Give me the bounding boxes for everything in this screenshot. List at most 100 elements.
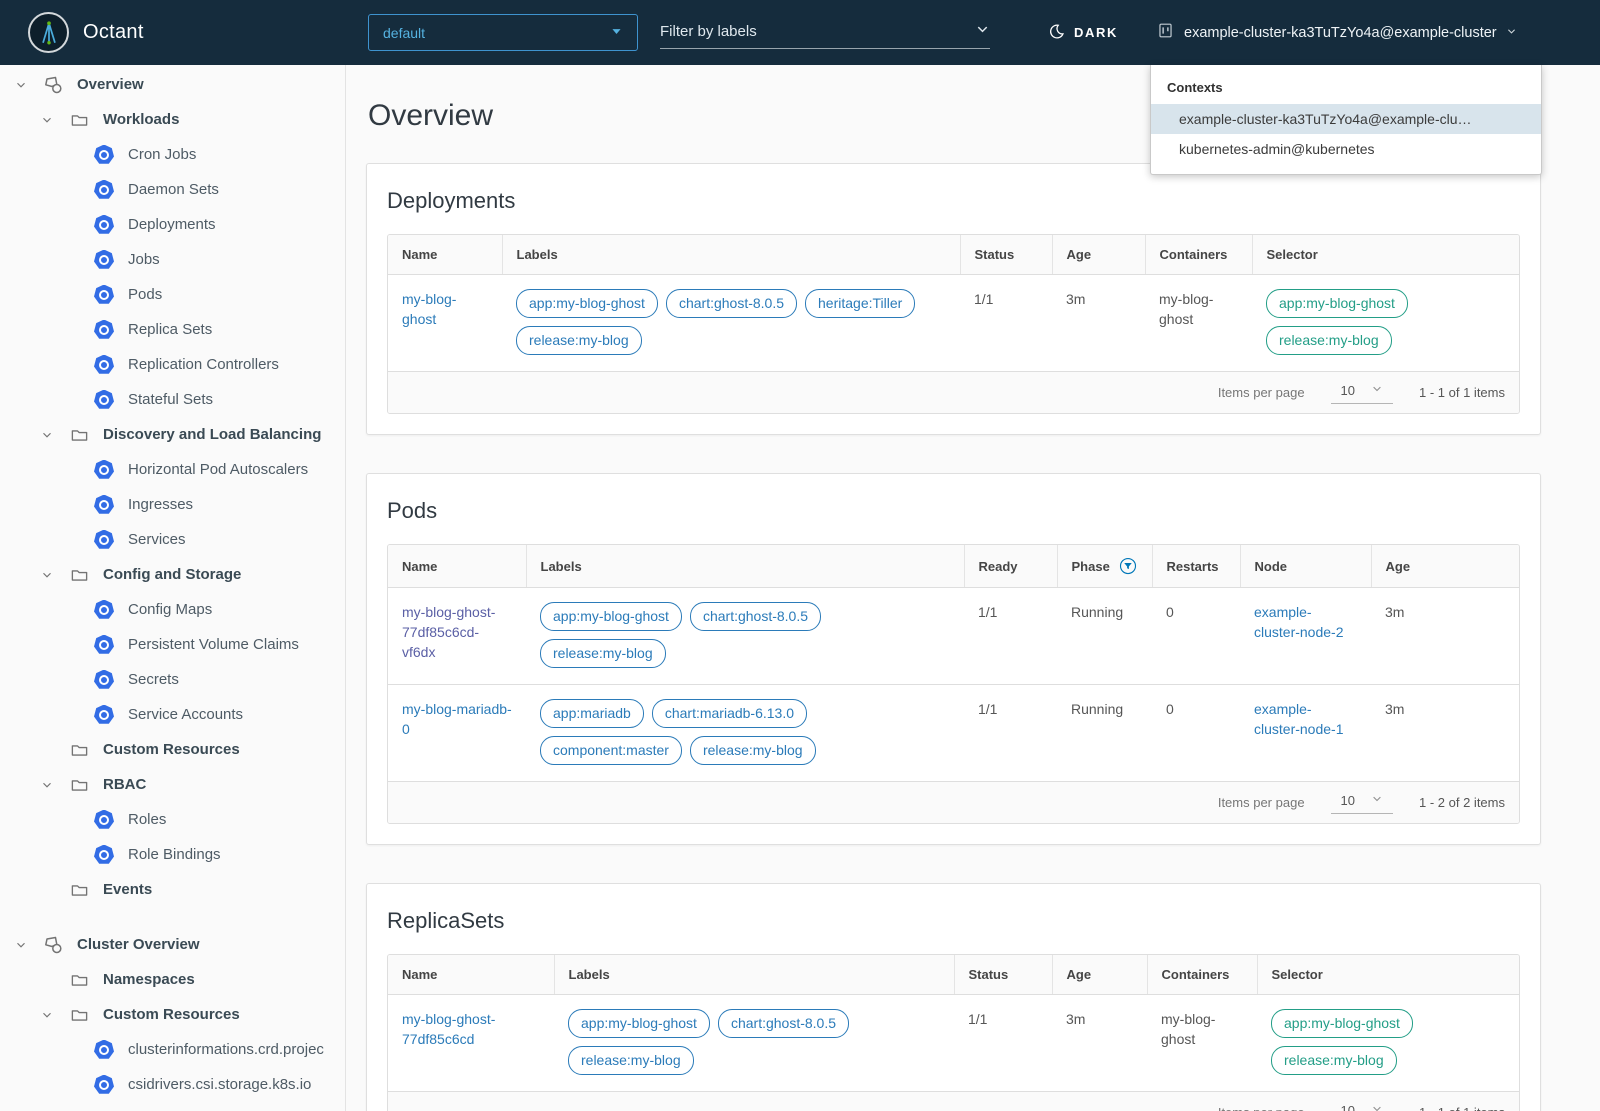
sidebar-item-roles[interactable]: Roles (0, 802, 345, 837)
applications-icon (43, 75, 63, 95)
chevron-down-icon[interactable] (12, 936, 30, 954)
context-selector-button[interactable]: example-cluster-ka3TuTzYo4a@example-clus… (1156, 0, 1517, 65)
sidebar-item-replica-sets[interactable]: Replica Sets (0, 312, 345, 347)
sidebar-item-service-accounts[interactable]: Service Accounts (0, 697, 345, 732)
resource-link[interactable]: example-cluster-node-1 (1254, 701, 1344, 737)
items-per-page-label: Items per page (1218, 1105, 1305, 1111)
label-badge[interactable]: chart:mariadb-6.13.0 (651, 699, 808, 728)
sidebar-item-persistent-volume-claims[interactable]: Persistent Volume Claims (0, 627, 345, 662)
label-badge[interactable]: release:my-blog (540, 639, 666, 668)
phase-filter-icon[interactable] (1119, 557, 1137, 575)
sidebar-item-rbac[interactable]: RBAC (0, 767, 345, 802)
chevron-down-icon[interactable] (975, 22, 990, 42)
folder-icon (69, 565, 89, 585)
dark-mode-toggle[interactable]: DARK (1048, 0, 1118, 65)
sidebar-item-discovery-and-load-balancing[interactable]: Discovery and Load Balancing (0, 417, 345, 452)
sidebar-item-label: clusterinformations.crd.projec (128, 1041, 324, 1058)
replicaset-icon (94, 319, 114, 339)
sidebar-item-cron-jobs[interactable]: Cron Jobs (0, 137, 345, 172)
label-badge[interactable]: app:my-blog-ghost (540, 602, 682, 631)
sidebar-item-cluster-overview[interactable]: Cluster Overview (0, 927, 345, 962)
table-row: my-blog-ghost app:my-blog-ghost chart:ghos… (388, 274, 1519, 371)
resource-link[interactable]: my-blog-ghost-77df85c6cd (402, 1011, 495, 1047)
section-title-pods: Pods (387, 498, 438, 523)
sidebar-item-label: Cluster Overview (77, 936, 200, 953)
chevron-down-icon[interactable] (38, 566, 56, 584)
cell-name: my-blog-mariadb-0 (388, 684, 526, 781)
label-badge[interactable]: release:my-blog (689, 736, 816, 765)
label-badge[interactable]: chart:ghost-8.0.5 (717, 1009, 850, 1038)
cluster-icon (1156, 21, 1175, 44)
label-badge[interactable]: heritage:Tiller (805, 289, 916, 318)
sidebar-item-role-bindings[interactable]: Role Bindings (0, 837, 345, 872)
namespace-select-value: default (383, 24, 426, 41)
label-badge[interactable]: release:my-blog (568, 1046, 694, 1075)
sidebar-item-stateful-sets[interactable]: Stateful Sets (0, 382, 345, 417)
sidebar-item-secrets[interactable]: Secrets (0, 662, 345, 697)
sidebar-item-label: Persistent Volume Claims (128, 636, 299, 653)
label-badge[interactable]: app:my-blog-ghost (568, 1009, 710, 1038)
label-badge[interactable]: app:mariadb (540, 699, 644, 728)
chevron-down-icon[interactable] (38, 111, 56, 129)
sidebar-item-label: Discovery and Load Balancing (103, 426, 322, 443)
sidebar-item-label: Jobs (128, 251, 160, 268)
sidebar-item-label: Service Accounts (128, 706, 244, 723)
sidebar-item-clusterinformations-crd-projec[interactable]: clusterinformations.crd.projec (0, 1032, 345, 1067)
context-menu-item-1[interactable]: example-cluster-ka3TuTzYo4a@example-clu… (1151, 104, 1541, 134)
selector-badge[interactable]: app:my-blog-ghost (1266, 289, 1408, 318)
sidebar-item-jobs[interactable]: Jobs (0, 242, 345, 277)
label-badge[interactable]: chart:ghost-8.0.5 (689, 602, 822, 631)
sidebar-item-label: Pods (128, 286, 163, 303)
sidebar-item-services[interactable]: Services (0, 522, 345, 557)
sidebar-item-label: Services (128, 531, 186, 548)
label-filter-input[interactable] (660, 23, 945, 40)
label-badge[interactable]: release:my-blog (516, 326, 642, 355)
resource-link[interactable]: my-blog-ghost-77df85c6cd-vf6dx (402, 604, 495, 660)
chevron-down-icon (1506, 25, 1517, 41)
resource-link[interactable]: my-blog-mariadb-0 (402, 701, 512, 737)
sidebar-item-workloads[interactable]: Workloads (0, 102, 345, 137)
sidebar-item-deployments[interactable]: Deployments (0, 207, 345, 242)
cell-selector: app:my-blog-ghost release:my-blog (1252, 274, 1519, 371)
chevron-down-icon[interactable] (12, 76, 30, 94)
chevron-down-icon[interactable] (38, 1006, 56, 1024)
context-selector-label: example-cluster-ka3TuTzYo4a@example-clus… (1184, 24, 1497, 41)
resource-link[interactable]: my-blog-ghost (402, 291, 456, 327)
sidebar-item-config-and-storage[interactable]: Config and Storage (0, 557, 345, 592)
sidebar-item-daemon-sets[interactable]: Daemon Sets (0, 172, 345, 207)
sidebar-item-csidrivers-csi-storage-k8s-io[interactable]: csidrivers.csi.storage.k8s.io (0, 1067, 345, 1102)
label-badge[interactable]: app:my-blog-ghost (516, 289, 658, 318)
items-per-page-label: Items per page (1217, 385, 1305, 400)
sidebar-item-ingresses[interactable]: Ingresses (0, 487, 345, 522)
resource-link[interactable]: example-cluster-node-2 (1254, 604, 1344, 640)
namespace-select[interactable]: default (368, 14, 638, 51)
sidebar-item-custom-resources[interactable]: Custom Resources (0, 997, 345, 1032)
cell-name: my-blog-ghost-77df85c6cd-vf6dx (388, 587, 526, 685)
items-per-page-select[interactable]: 10 (1330, 381, 1394, 404)
sidebar-item-overview[interactable]: Overview (0, 67, 345, 102)
sidebar-item-label: Role Bindings (128, 846, 221, 863)
section-pods: Pods Name Labels Ready Phase Restarts Node Age m… (366, 473, 1541, 845)
selector-badge[interactable]: release:my-blog (1266, 326, 1392, 355)
selector-badge[interactable]: release:my-blog (1271, 1046, 1397, 1075)
folder-icon (69, 775, 89, 795)
chevron-down-icon[interactable] (38, 776, 56, 794)
selector-badge[interactable]: app:my-blog-ghost (1271, 1009, 1413, 1038)
sidebar-item-pods[interactable]: Pods (0, 277, 345, 312)
sidebar-item-config-maps[interactable]: Config Maps (0, 592, 345, 627)
sidebar-item-label: csidrivers.csi.storage.k8s.io (128, 1076, 312, 1093)
chevron-down-icon[interactable] (38, 426, 56, 444)
sidebar-item-custom-resources[interactable]: Custom Resources (0, 732, 345, 767)
items-per-page-select[interactable]: 10 (1331, 1101, 1393, 1111)
cell-text: 3m (1066, 291, 1086, 307)
ingress-icon (94, 494, 114, 514)
sidebar-item-horizontal-pod-autoscalers[interactable]: Horizontal Pod Autoscalers (0, 452, 345, 487)
label-badge[interactable]: component:master (540, 736, 682, 765)
dark-mode-label: DARK (1074, 25, 1118, 40)
context-menu-item-2[interactable]: kubernetes-admin@kubernetes (1151, 134, 1541, 164)
sidebar-item-replication-controllers[interactable]: Replication Controllers (0, 347, 345, 382)
label-badge[interactable]: chart:ghost-8.0.5 (665, 289, 798, 318)
items-per-page-select[interactable]: 10 (1330, 791, 1394, 814)
sidebar-item-events[interactable]: Events (0, 872, 345, 907)
sidebar-item-namespaces[interactable]: Namespaces (0, 962, 345, 997)
